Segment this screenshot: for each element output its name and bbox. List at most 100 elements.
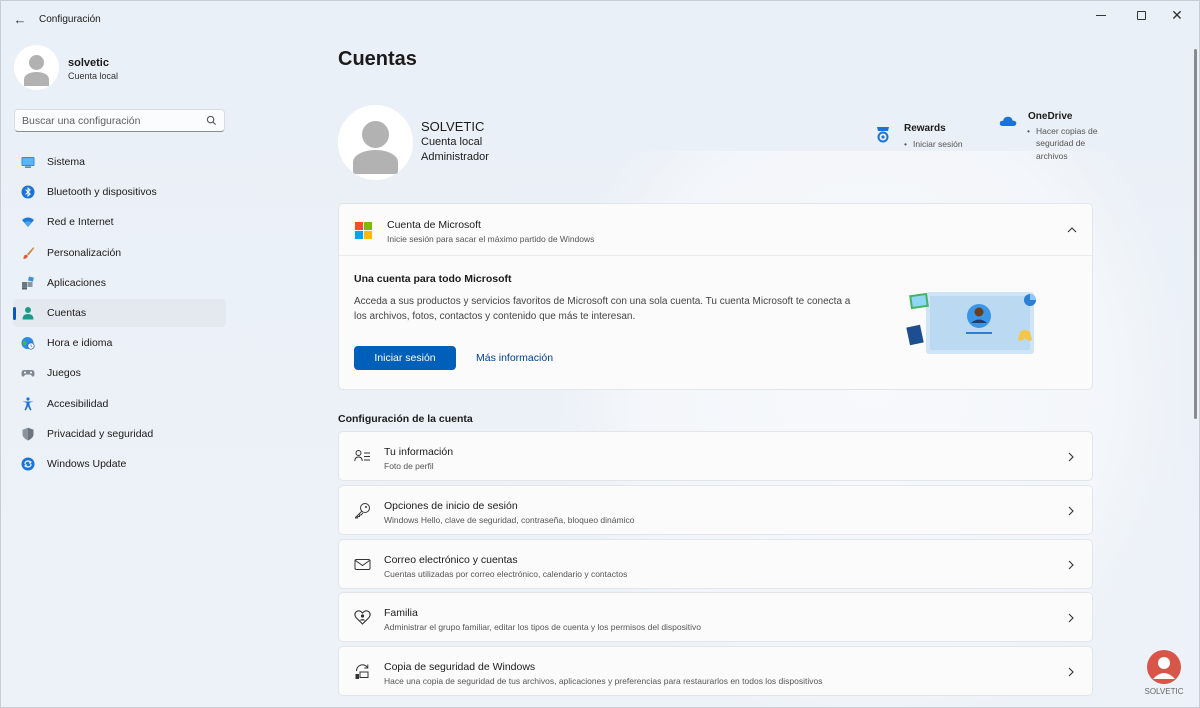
account-name: SOLVETIC (421, 119, 485, 134)
microsoft-account-subtitle: Inicie sesión para sacar el máximo parti… (387, 234, 595, 244)
maximize-button[interactable] (1123, 1, 1159, 29)
microsoft-account-card: Cuenta de Microsoft Inicie sesión para s… (338, 203, 1093, 390)
row-subtitle: Cuentas utilizadas por correo electrónic… (384, 569, 628, 579)
sidebar-item-label: Privacidad y seguridad (47, 427, 154, 440)
sidebar-item-label: Bluetooth y dispositivos (47, 186, 157, 199)
sidebar-item-label: Hora e idioma (47, 337, 113, 350)
close-button[interactable]: ✕ (1159, 1, 1195, 29)
mail-icon (354, 559, 371, 570)
search-input[interactable]: Buscar una configuración (14, 109, 225, 132)
onedrive-widget[interactable]: OneDrive Hacer copias de seguridad de ar… (999, 109, 1097, 161)
microsoft-account-header[interactable]: Cuenta de Microsoft Inicie sesión para s… (339, 204, 1092, 256)
sidebar-item-label: Aplicaciones (47, 276, 106, 289)
sign-in-button[interactable]: Iniciar sesión (354, 346, 456, 370)
sidebar-nav: Sistema Bluetooth y dispositivos Red e I… (13, 148, 226, 480)
row-title: Familia (384, 607, 418, 619)
avatar (14, 45, 59, 90)
update-icon (21, 457, 35, 471)
chevron-right-icon (1068, 506, 1074, 516)
settings-window: ← Configuración ✕ solvetic Cuenta local … (0, 0, 1200, 708)
search-icon (206, 115, 217, 126)
page-title: Cuentas (338, 48, 417, 70)
microsoft-body-description: Acceda a sus productos y servicios favor… (354, 296, 851, 322)
settings-row-inicio-sesion[interactable]: Opciones de inicio de sesión Windows Hel… (338, 485, 1093, 535)
accessibility-icon (22, 396, 34, 410)
sidebar-profile[interactable]: solvetic Cuenta local (14, 45, 234, 91)
row-subtitle: Administrar el grupo familiar, editar lo… (384, 622, 702, 632)
scrollbar[interactable] (1194, 49, 1197, 419)
rewards-subtitle: Iniciar sesión (904, 139, 963, 149)
account-role: Administrador (421, 151, 489, 163)
sidebar-item-label: Personalización (47, 246, 122, 259)
settings-row-copia-seguridad[interactable]: Copia de seguridad de Windows Hace una c… (338, 646, 1093, 696)
sidebar-item-label: Windows Update (47, 457, 127, 470)
sidebar-item-juegos[interactable]: Juegos (13, 359, 226, 387)
key-icon (355, 503, 370, 519)
minimize-icon (1096, 14, 1106, 16)
app-title: Configuración (39, 14, 101, 25)
rewards-icon (877, 127, 889, 143)
microsoft-logo-icon (355, 222, 372, 239)
settings-row-correo[interactable]: Correo electrónico y cuentas Cuentas uti… (338, 539, 1093, 589)
system-icon (21, 157, 35, 168)
wifi-icon (22, 217, 34, 228)
sidebar-item-aplicaciones[interactable]: Aplicaciones (13, 269, 226, 297)
account-avatar[interactable] (338, 105, 413, 180)
chevron-right-icon (1068, 560, 1074, 570)
sidebar-item-privacidad[interactable]: Privacidad y seguridad (13, 420, 226, 448)
row-title: Opciones de inicio de sesión (384, 500, 518, 512)
chevron-right-icon (1068, 667, 1074, 677)
close-icon: ✕ (1171, 7, 1183, 23)
bluetooth-icon (21, 185, 35, 199)
rewards-widget[interactable]: Rewards Iniciar sesión (875, 121, 963, 149)
profile-name: solvetic (68, 57, 109, 69)
sidebar-item-label: Red e Internet (47, 216, 114, 229)
row-subtitle: Foto de perfil (384, 461, 434, 471)
title-bar: ← Configuración ✕ (1, 1, 1199, 37)
shield-icon (22, 427, 34, 441)
settings-row-tu-informacion[interactable]: Tu información Foto de perfil (338, 431, 1093, 481)
gamepad-icon (21, 370, 35, 377)
apps-icon (22, 276, 34, 290)
sidebar-item-personalizacion[interactable]: Personalización (13, 239, 226, 267)
row-subtitle: Hace una copia de seguridad de tus archi… (384, 676, 823, 686)
sidebar-item-label: Accesibilidad (47, 397, 109, 410)
sidebar-item-accesibilidad[interactable]: Accesibilidad (13, 390, 226, 418)
sidebar-item-windows-update[interactable]: Windows Update (13, 450, 226, 478)
person-icon (22, 306, 34, 320)
search-placeholder: Buscar una configuración (22, 115, 141, 127)
globe-clock-icon (21, 337, 35, 350)
row-title: Copia de seguridad de Windows (384, 661, 536, 673)
chevron-right-icon (1068, 613, 1074, 623)
more-info-link[interactable]: Más información (476, 352, 553, 364)
sidebar-item-sistema[interactable]: Sistema (13, 148, 226, 176)
back-button[interactable]: ← (9, 9, 31, 29)
section-title: Configuración de la cuenta (338, 413, 473, 425)
family-heart-icon (354, 610, 371, 625)
microsoft-body-title: Una cuenta para todo Microsoft (354, 273, 512, 285)
row-title: Correo electrónico y cuentas (384, 554, 518, 566)
settings-row-familia[interactable]: Familia Administrar el grupo familiar, e… (338, 592, 1093, 642)
sidebar-item-label: Juegos (47, 367, 81, 380)
microsoft-account-illustration (906, 292, 1036, 354)
account-type: Cuenta local (421, 136, 483, 148)
watermark-text: SOLVETIC (1144, 687, 1184, 696)
arrow-left-icon: ← (13, 11, 27, 27)
onedrive-subtitle: Hacer copias de seguridad de archivos (1027, 125, 1117, 162)
maximize-icon (1136, 10, 1146, 20)
sidebar-item-cuentas[interactable]: Cuentas (13, 298, 226, 327)
watermark-logo: SOLVETIC (1135, 647, 1193, 705)
profile-account-type: Cuenta local (68, 71, 119, 81)
sidebar-item-hora[interactable]: Hora e idioma (13, 329, 226, 357)
onedrive-cloud-icon (999, 116, 1017, 126)
watermark-icon (1147, 650, 1181, 684)
row-title: Tu información (384, 446, 454, 458)
backup-icon (355, 664, 369, 679)
sidebar-item-red[interactable]: Red e Internet (13, 208, 226, 236)
person-card-icon (354, 450, 370, 462)
onedrive-title: OneDrive (1028, 111, 1073, 122)
row-subtitle: Windows Hello, clave de seguridad, contr… (384, 515, 635, 525)
minimize-button[interactable] (1083, 1, 1119, 29)
chevron-up-icon[interactable] (1066, 224, 1078, 236)
sidebar-item-bluetooth[interactable]: Bluetooth y dispositivos (13, 178, 226, 206)
